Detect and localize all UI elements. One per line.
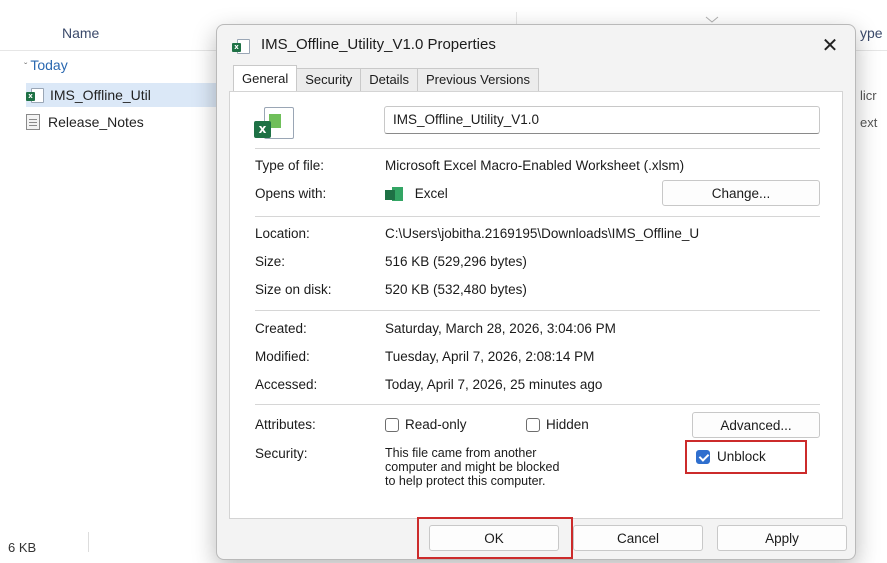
file-type-cell: licr [860,88,877,103]
hidden-checkbox[interactable] [526,418,540,432]
collapse-caret-icon: ˇ [24,62,28,73]
excel-app-icon [385,187,403,202]
divider [255,404,820,405]
file-type-cell: ext [860,115,878,130]
accessed-label: Accessed: [255,377,318,392]
location-value: C:\Users\jobitha.2169195\Downloads\IMS_O… [385,226,700,241]
unblock-checkbox[interactable] [696,450,710,464]
size-on-disk-label: Size on disk: [255,282,332,297]
size-label: Size: [255,254,286,269]
tab-security[interactable]: Security [296,68,362,91]
opens-with-label: Opens with: [255,186,327,201]
read-only-label[interactable]: Read-only [405,417,467,432]
group-header-today[interactable]: ˇ Today [24,57,68,73]
tab-general[interactable]: General [233,65,298,91]
status-divider [88,532,89,552]
read-only-checkbox[interactable] [385,418,399,432]
modified-value: Tuesday, April 7, 2026, 2:08:14 PM [385,349,595,364]
unblock-label[interactable]: Unblock [717,449,766,464]
type-column-header[interactable]: ype [860,25,883,41]
type-of-file-value: Microsoft Excel Macro-Enabled Worksheet … [385,158,685,173]
dialog-titlebar[interactable]: x IMS_Offline_Utility_V1.0 Properties ✕ [217,25,855,67]
apply-button[interactable]: Apply [717,525,847,551]
cancel-button[interactable]: Cancel [573,525,703,551]
type-of-file-label: Type of file: [255,158,325,173]
opens-with-value: Excel [385,186,448,202]
divider [255,310,820,311]
excel-file-icon: x [232,38,250,54]
list-item-release-notes[interactable]: Release_Notes [26,110,226,134]
excel-file-icon: x [254,105,296,143]
sort-chevron-icon [705,16,719,23]
created-label: Created: [255,321,307,336]
advanced-button[interactable]: Advanced... [692,412,820,438]
properties-dialog: x IMS_Offline_Utility_V1.0 Properties ✕ … [216,24,856,560]
ok-button[interactable]: OK [429,525,559,551]
hidden-label[interactable]: Hidden [546,417,589,432]
dialog-title: IMS_Offline_Utility_V1.0 Properties [261,36,496,53]
divider [255,148,820,149]
name-column-header[interactable]: Name [62,25,99,41]
group-label: Today [30,57,68,73]
text-file-icon [26,114,40,130]
security-warning-text: This file came from another computer and… [385,446,560,488]
excel-file-icon: x [26,87,44,103]
file-name: IMS_Offline_Util [50,87,151,103]
status-bar-size: 6 KB [8,540,37,555]
attributes-label: Attributes: [255,417,316,432]
size-on-disk-value: 520 KB (532,480 bytes) [385,282,527,297]
divider [255,216,820,217]
general-tab-panel: x Type of file: Microsoft Excel Macro-En… [229,91,843,519]
tab-strip: General Security Details Previous Versio… [233,65,540,91]
opens-with-app-name: Excel [414,186,448,201]
close-icon[interactable]: ✕ [815,31,845,61]
change-button[interactable]: Change... [662,180,820,206]
security-label: Security: [255,446,308,461]
file-name: Release_Notes [48,114,144,130]
file-name-field[interactable] [384,106,820,134]
list-item-ims-offline-utility[interactable]: x IMS_Offline_Util [26,83,216,107]
location-label: Location: [255,226,310,241]
tab-previous-versions[interactable]: Previous Versions [416,68,540,91]
accessed-value: Today, April 7, 2026, 25 minutes ago [385,377,603,392]
tab-details[interactable]: Details [360,68,418,91]
size-value: 516 KB (529,296 bytes) [385,254,527,269]
created-value: Saturday, March 28, 2026, 3:04:06 PM [385,321,616,336]
modified-label: Modified: [255,349,310,364]
